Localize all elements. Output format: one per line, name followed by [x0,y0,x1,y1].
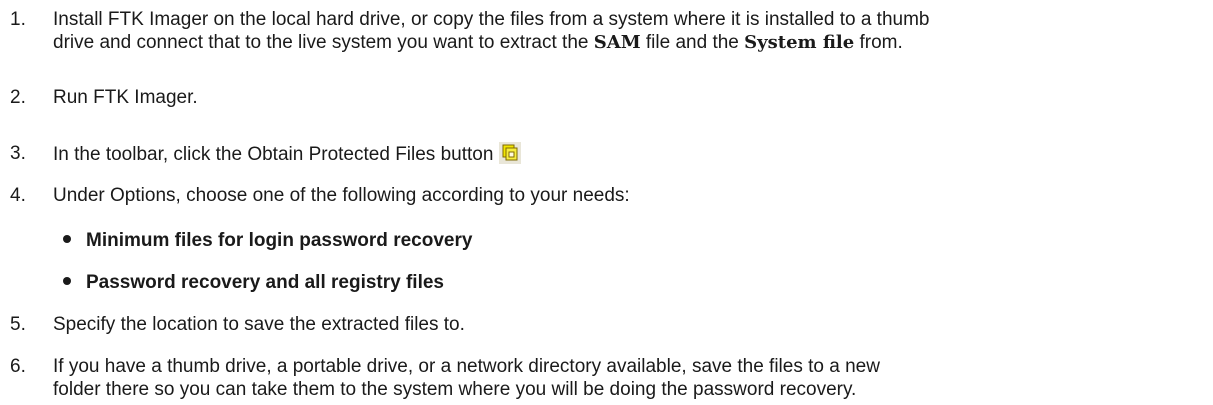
bullet-dot [63,277,71,285]
step-number: 6. [10,356,26,377]
text-run: file and the [640,32,745,53]
instructions-document: 1. Install FTK Imager on the local hard … [0,0,1213,405]
step-text: Install FTK Imager on the local hard dri… [53,8,1203,54]
step-number: 4. [10,185,26,206]
option-item: Minimum files for login password recover… [63,229,472,252]
sam-file-name: SAM [593,32,641,53]
step-number: 3. [10,143,26,164]
step-line: drive and connect that to the live syste… [53,31,1203,54]
step-line: folder there so you can take them to the… [53,379,857,400]
text-run: drive and connect that to the live syste… [53,32,594,53]
step-number: 2. [10,87,26,108]
option-label: Minimum files for login password recover… [86,230,473,251]
obtain-protected-files-icon [499,142,522,164]
text-run: In the toolbar, click the Obtain Protect… [53,144,494,165]
step-line: If you have a thumb drive, a portable dr… [53,356,880,377]
option-label: Password recovery and all registry files [86,272,445,293]
system-file-name: System file [744,32,855,53]
option-item: Password recovery and all registry files [63,271,444,294]
step-number: 5. [10,314,26,335]
bullet-dot [63,235,71,243]
step-text: Run FTK Imager. [53,87,198,108]
step-text: In the toolbar, click the Obtain Protect… [53,142,1203,166]
step-number: 1. [10,9,26,30]
step-text: Under Options, choose one of the followi… [53,185,630,206]
step-text: If you have a thumb drive, a portable dr… [53,355,1203,401]
step-line: Install FTK Imager on the local hard dri… [53,9,930,30]
text-run: from. [854,32,903,53]
step-text: Specify the location to save the extract… [53,314,465,335]
